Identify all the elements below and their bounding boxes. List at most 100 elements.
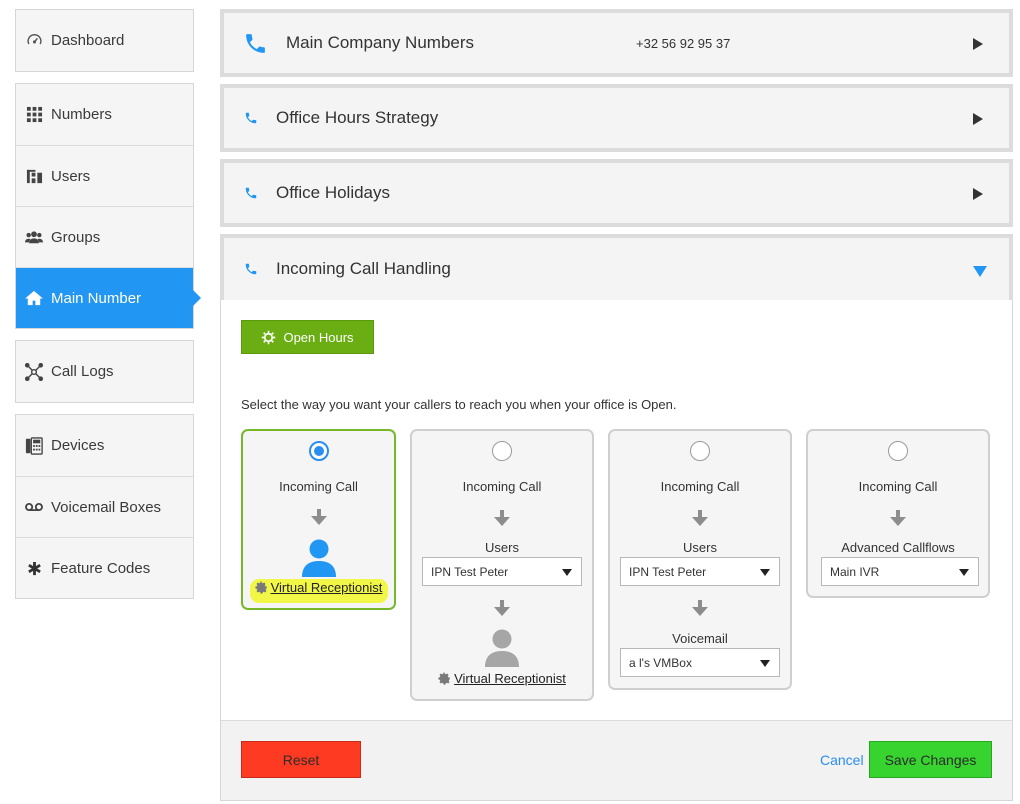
option-radio[interactable] xyxy=(492,441,512,461)
sidebar-item-groups[interactable]: Groups xyxy=(16,206,193,267)
callflow-option-virtual-receptionist[interactable]: Incoming Call Virtual Receptionist xyxy=(241,429,396,610)
virtual-receptionist-link[interactable]: Virtual Receptionist xyxy=(243,580,394,597)
grid-icon xyxy=(25,106,43,124)
select-value: IPN Test Peter xyxy=(629,564,707,579)
voicemail-icon xyxy=(25,498,43,516)
main-number-value: +32 56 92 95 37 xyxy=(636,35,731,51)
gear-icon xyxy=(438,672,451,688)
phone-icon xyxy=(244,186,258,200)
sidebar-item-feature-codes[interactable]: Feature Codes xyxy=(16,537,193,598)
asterisk-icon xyxy=(25,559,43,577)
sidebar-item-label: Call Logs xyxy=(51,363,114,380)
step-label: Voicemail xyxy=(672,631,728,646)
home-icon xyxy=(25,289,43,307)
open-hours-button[interactable]: Open Hours xyxy=(241,320,374,354)
cancel-link[interactable]: Cancel xyxy=(820,752,864,768)
sidebar-item-label: Voicemail Boxes xyxy=(51,498,162,516)
sidebar-item-numbers[interactable]: Numbers xyxy=(16,84,193,145)
caret-down-icon xyxy=(760,569,770,576)
sidebar-item-label: Numbers xyxy=(51,106,112,123)
link-text: Virtual Receptionist xyxy=(454,671,566,686)
callflow-option-users-virtual-receptionist[interactable]: Incoming Call Users IPN Test Peter Virtu… xyxy=(410,429,594,701)
expand-arrow-icon xyxy=(972,112,984,130)
section-title: Main Company Numbers xyxy=(286,33,475,52)
panel-footer: Reset Cancel Save Changes xyxy=(221,720,1012,800)
arrow-down-icon xyxy=(493,509,511,527)
callflow-option-users-voicemail[interactable]: Incoming Call Users IPN Test Peter Voice… xyxy=(608,429,792,690)
sidebar-item-label: Devices xyxy=(51,437,105,454)
reset-button[interactable]: Reset xyxy=(241,741,361,778)
gear-icon xyxy=(254,581,268,597)
users-select[interactable]: IPN Test Peter xyxy=(422,557,582,586)
desk-phone-icon xyxy=(25,436,43,455)
arrow-down-icon xyxy=(691,599,709,617)
caret-down-icon xyxy=(760,660,770,667)
section-title: Incoming Call Handling xyxy=(276,259,451,278)
sidebar-item-label: Dashboard xyxy=(51,32,125,49)
sidebar-item-dashboard[interactable]: Dashboard xyxy=(16,10,193,71)
cog-icon xyxy=(261,330,276,345)
link-text: Virtual Receptionist xyxy=(270,580,383,595)
phone-icon xyxy=(244,111,258,125)
sidebar-item-voicemail-boxes[interactable]: Voicemail Boxes xyxy=(16,476,193,537)
section-office-holidays[interactable]: Office Holidays xyxy=(220,159,1013,227)
sidebar-item-users[interactable]: Users xyxy=(16,145,193,206)
option-radio[interactable] xyxy=(888,441,908,461)
arrow-down-icon xyxy=(889,509,907,527)
option-label: Incoming Call xyxy=(858,479,938,494)
instructions-text: Select the way you want your callers to … xyxy=(241,397,677,412)
step-label: Users xyxy=(485,540,519,555)
arrow-down-icon xyxy=(310,508,328,526)
nav-group-dashboard: Dashboard xyxy=(15,9,194,72)
step-label: Users xyxy=(683,540,717,555)
option-label: Incoming Call xyxy=(660,479,740,494)
select-value: Main IVR xyxy=(830,564,880,579)
select-value: IPN Test Peter xyxy=(431,564,509,579)
group-icon xyxy=(25,228,43,246)
sidebar-item-label: Groups xyxy=(51,228,101,246)
sidebar-item-label: Feature Codes xyxy=(51,559,151,577)
nav-group-devices: Devices Voicemail Boxes Feature Codes xyxy=(15,414,194,599)
sidebar-item-label: Main Number xyxy=(51,289,142,307)
select-value: a l's VMBox xyxy=(629,655,692,670)
incoming-call-handling-panel: Open Hours Select the way you want your … xyxy=(220,300,1013,801)
sidebar-item-call-logs[interactable]: Call Logs xyxy=(16,341,193,402)
section-main-company-numbers[interactable]: Main Company Numbers +32 56 92 95 37 xyxy=(220,9,1013,77)
section-incoming-call-handling[interactable]: Incoming Call Handling xyxy=(220,234,1013,300)
caret-down-icon xyxy=(562,569,572,576)
expand-arrow-icon xyxy=(972,37,984,55)
user-avatar-icon xyxy=(301,539,336,577)
arrow-down-icon xyxy=(691,509,709,527)
save-changes-button[interactable]: Save Changes xyxy=(869,741,992,778)
collapse-arrow-icon xyxy=(973,264,987,282)
sidebar-item-main-number[interactable]: Main Number xyxy=(16,267,201,328)
open-hours-label: Open Hours xyxy=(283,329,354,345)
voicemail-select[interactable]: a l's VMBox xyxy=(620,648,780,677)
option-label: Incoming Call xyxy=(462,479,542,494)
expand-arrow-icon xyxy=(972,187,984,205)
sidebar: Dashboard Numbers Users Groups Main Numb… xyxy=(15,9,201,610)
phone-icon xyxy=(244,262,258,276)
option-radio[interactable] xyxy=(690,441,710,461)
advanced-callflow-select[interactable]: Main IVR xyxy=(821,557,979,586)
nav-group-main: Numbers Users Groups Main Number xyxy=(15,83,201,329)
sidebar-item-devices[interactable]: Devices xyxy=(16,415,193,476)
option-label: Incoming Call xyxy=(279,479,358,494)
callflow-option-advanced-callflows[interactable]: Incoming Call Advanced Callflows Main IV… xyxy=(806,429,990,598)
nav-group-call-logs: Call Logs xyxy=(15,340,194,403)
sidebar-item-label: Users xyxy=(51,167,91,185)
section-title: Office Hours Strategy xyxy=(276,108,439,127)
option-radio[interactable] xyxy=(309,441,329,461)
users-select[interactable]: IPN Test Peter xyxy=(620,557,780,586)
virtual-receptionist-link[interactable]: Virtual Receptionist xyxy=(412,671,592,688)
phone-icon xyxy=(243,31,268,56)
user-avatar-icon xyxy=(485,629,519,667)
step-label: Advanced Callflows xyxy=(841,540,955,555)
network-icon xyxy=(25,362,43,381)
section-title: Office Holidays xyxy=(276,183,391,202)
gauge-icon xyxy=(25,32,43,50)
section-office-hours-strategy[interactable]: Office Hours Strategy xyxy=(220,84,1013,152)
users-hierarchy-icon xyxy=(25,167,43,185)
arrow-down-icon xyxy=(493,599,511,617)
caret-down-icon xyxy=(959,569,969,576)
